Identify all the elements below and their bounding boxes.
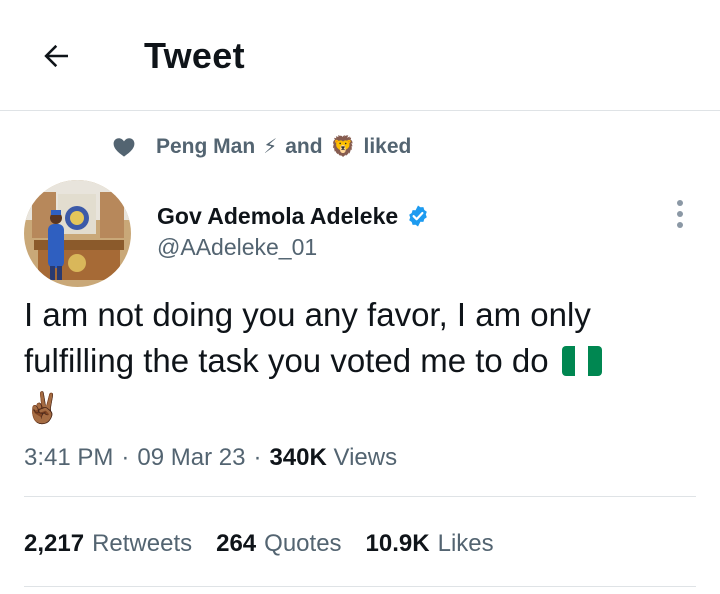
retweets-count: 2,217 bbox=[24, 530, 85, 557]
retweets-stat[interactable]: 2,217 Retweets bbox=[24, 528, 192, 560]
views[interactable]: 340K Views bbox=[269, 442, 397, 474]
lion-emoji[interactable]: 🦁 bbox=[331, 137, 356, 157]
author-name[interactable]: Gov Ademola Adeleke bbox=[157, 201, 430, 231]
verified-badge-icon bbox=[409, 205, 427, 227]
divider bbox=[24, 496, 696, 497]
divider bbox=[24, 586, 696, 587]
tweet-page: Tweet Peng Man ⚡ and 🦁 liked Gov Ademola… bbox=[0, 0, 720, 594]
meta-separator: · bbox=[253, 444, 262, 471]
likes-count: 10.9K bbox=[365, 530, 430, 557]
views-label: Views bbox=[333, 444, 398, 471]
social-context[interactable]: Peng Man ⚡ and 🦁 liked bbox=[112, 131, 411, 163]
retweets-label: Retweets bbox=[92, 530, 193, 557]
victory-hand-emoji: ✌🏾 bbox=[24, 392, 62, 425]
social-suffix: liked bbox=[363, 135, 412, 158]
views-count: 340K bbox=[269, 444, 327, 471]
tweet-meta: 3:41 PM · 09 Mar 23 · 340K Views bbox=[24, 442, 397, 474]
tweet-line-2: fulfilling the task you voted me to do bbox=[24, 338, 704, 384]
likes-stat[interactable]: 10.9K Likes bbox=[366, 528, 494, 560]
nigeria-flag-icon bbox=[561, 346, 602, 376]
more-dot bbox=[677, 211, 683, 217]
tweet-time[interactable]: 3:41 PM bbox=[24, 442, 113, 474]
social-connector: and bbox=[285, 135, 323, 158]
tweet-text: I am not doing you any favor, I am only … bbox=[24, 292, 704, 432]
quotes-count: 264 bbox=[216, 530, 257, 557]
author-handle[interactable]: @AAdeleke_01 bbox=[157, 232, 317, 262]
liked-by-user[interactable]: Peng Man bbox=[156, 135, 255, 159]
tweet-date[interactable]: 09 Mar 23 bbox=[137, 442, 245, 474]
tweet-line-1: I am not doing you any favor, I am only bbox=[24, 296, 591, 333]
engagement-stats: 2,217 Retweets 264 Quotes 10.9K Likes bbox=[24, 528, 494, 560]
quotes-label: Quotes bbox=[264, 530, 342, 557]
lightning-emoji: ⚡ bbox=[263, 136, 278, 158]
avatar-image bbox=[24, 180, 131, 287]
more-dot bbox=[677, 200, 683, 206]
page-title: Tweet bbox=[144, 35, 245, 76]
author-name-text: Gov Ademola Adeleke bbox=[157, 203, 399, 229]
meta-separator: · bbox=[121, 444, 130, 471]
back-button[interactable] bbox=[34, 34, 78, 78]
arrow-left-icon bbox=[44, 44, 68, 68]
heart-icon bbox=[113, 138, 135, 157]
more-dot bbox=[677, 222, 683, 228]
likes-label: Likes bbox=[437, 530, 494, 557]
tweet-line-2-text: fulfilling the task you voted me to do bbox=[24, 342, 549, 379]
quotes-stat[interactable]: 264 Quotes bbox=[216, 528, 341, 560]
more-options-button[interactable] bbox=[668, 196, 692, 232]
avatar[interactable] bbox=[24, 180, 131, 287]
header: Tweet bbox=[0, 0, 720, 111]
